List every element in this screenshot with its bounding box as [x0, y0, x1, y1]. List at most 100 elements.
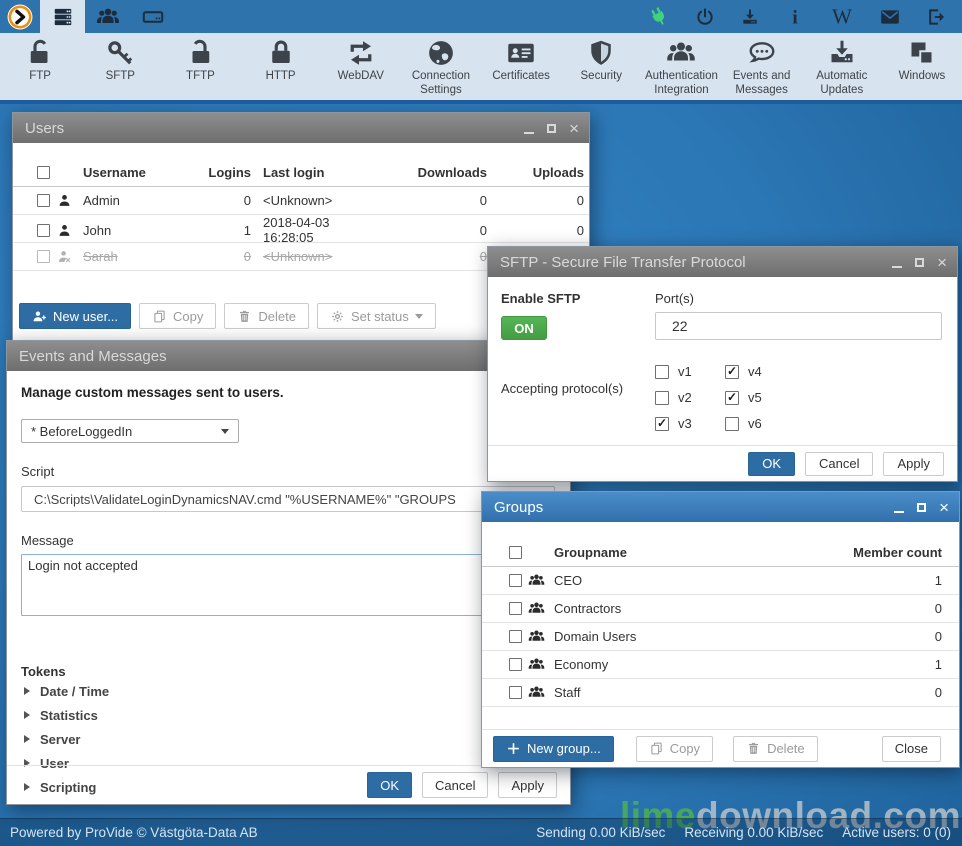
ribbon-item-security[interactable]: Security	[561, 33, 641, 100]
select-all-checkbox[interactable]	[37, 166, 50, 179]
mail-icon[interactable]	[879, 6, 901, 28]
apply-button[interactable]: Apply	[498, 772, 557, 798]
events-titlebar[interactable]: Events and Messages	[7, 341, 570, 371]
cancel-button[interactable]: Cancel	[422, 772, 488, 798]
row-checkbox[interactable]	[509, 686, 522, 699]
ports-input[interactable]	[655, 312, 942, 340]
users-group-icon	[528, 684, 545, 701]
row-checkbox[interactable]	[37, 224, 50, 237]
new-group-button[interactable]: New group...	[493, 736, 614, 762]
app-logo[interactable]	[0, 0, 40, 33]
protocol-v1[interactable]: v1	[655, 364, 725, 379]
column-header-last-login: Last login	[263, 165, 383, 180]
sftp-titlebar[interactable]: SFTP - Secure File Transfer Protocol ×	[488, 247, 957, 277]
ribbon-item-ftp[interactable]: FTP	[0, 33, 80, 100]
minimize-icon[interactable]	[524, 132, 534, 135]
table-row[interactable]: CEO 1	[482, 567, 959, 595]
minimize-icon[interactable]	[892, 266, 902, 269]
cell-uploads: 0	[487, 193, 584, 208]
token-item-server[interactable]: Server	[21, 727, 556, 751]
ribbon-item-http[interactable]: HTTP	[241, 33, 321, 100]
lock-open-icon	[185, 38, 215, 68]
maximize-icon[interactable]	[915, 258, 924, 267]
ok-button[interactable]: OK	[367, 772, 412, 798]
new-user-button[interactable]: New user...	[19, 303, 131, 329]
maximize-icon[interactable]	[917, 503, 926, 512]
table-row[interactable]: Domain Users 0	[482, 623, 959, 651]
cancel-button[interactable]: Cancel	[805, 452, 873, 476]
checkbox[interactable]	[655, 365, 669, 379]
row-checkbox[interactable]	[37, 194, 50, 207]
ribbon-item-tftp[interactable]: TFTP	[160, 33, 240, 100]
close-icon[interactable]: ×	[937, 254, 947, 271]
ribbon-item-authentication-integration[interactable]: Authentication Integration	[641, 33, 721, 100]
active-users-count: Active users: 0 (0)	[842, 825, 951, 840]
checkbox[interactable]	[655, 417, 669, 431]
sftp-toggle[interactable]: ON	[501, 316, 547, 340]
ribbon-item-webdav[interactable]: WebDAV	[321, 33, 401, 100]
ok-button[interactable]: OK	[748, 452, 795, 476]
tab-server[interactable]	[40, 0, 85, 33]
table-row[interactable]: Economy 1	[482, 651, 959, 679]
token-item-statistics[interactable]: Statistics	[21, 703, 556, 727]
maximize-icon[interactable]	[547, 124, 556, 133]
checkbox[interactable]	[725, 417, 739, 431]
person-icon	[57, 193, 72, 208]
close-icon[interactable]: ×	[939, 499, 949, 516]
close-button[interactable]: Close	[882, 736, 941, 762]
set-status-button[interactable]: Set status	[317, 303, 436, 329]
minimize-icon[interactable]	[894, 511, 904, 514]
script-input[interactable]	[21, 486, 555, 512]
table-row[interactable]: Contractors 0	[482, 595, 959, 623]
tab-storage[interactable]	[130, 0, 175, 33]
info-icon[interactable]: i	[785, 7, 805, 27]
tokens-label: Tokens	[21, 664, 556, 679]
token-item-date-time[interactable]: Date / Time	[21, 679, 556, 703]
plug-icon[interactable]	[648, 6, 670, 28]
cell-downloads: 0	[383, 223, 487, 238]
ribbon-item-sftp[interactable]: SFTP	[80, 33, 160, 100]
protocol-v3[interactable]: v3	[655, 416, 725, 431]
select-all-checkbox[interactable]	[509, 546, 522, 559]
row-checkbox[interactable]	[509, 630, 522, 643]
delete-user-button[interactable]: Delete	[224, 303, 309, 329]
download-icon[interactable]	[740, 7, 760, 27]
delete-group-button[interactable]: Delete	[733, 736, 818, 762]
person-x-icon	[57, 249, 72, 264]
protocol-v6[interactable]: v6	[725, 416, 795, 431]
protocol-v2[interactable]: v2	[655, 390, 725, 405]
row-checkbox[interactable]	[509, 574, 522, 587]
protocol-v5[interactable]: v5	[725, 390, 795, 405]
statusbar: Powered by ProVide © Västgöta-Data AB Se…	[0, 818, 962, 846]
cell-logins: 1	[195, 223, 251, 238]
table-row[interactable]: Admin 0 <Unknown> 0 0	[13, 187, 589, 215]
row-checkbox[interactable]	[509, 658, 522, 671]
event-select[interactable]: * BeforeLoggedIn	[21, 419, 239, 443]
checkbox[interactable]	[725, 391, 739, 405]
ribbon-item-connection-settings[interactable]: Connection Settings	[401, 33, 481, 100]
ribbon-item-certificates[interactable]: Certificates	[481, 33, 561, 100]
ribbon-item-events-and-messages[interactable]: Events and Messages	[722, 33, 802, 100]
logout-icon[interactable]	[926, 7, 946, 27]
ribbon-item-windows[interactable]: Windows	[882, 33, 962, 100]
power-icon[interactable]	[695, 7, 715, 27]
protocol-v4[interactable]: v4	[725, 364, 795, 379]
table-row[interactable]: John 1 2018-04-03 16:28:05 0 0	[13, 215, 589, 243]
wikipedia-icon[interactable]: W	[830, 5, 854, 29]
drive-icon	[141, 5, 165, 29]
table-row[interactable]: Staff 0	[482, 679, 959, 707]
close-icon[interactable]: ×	[569, 120, 579, 137]
groups-titlebar[interactable]: Groups ×	[482, 492, 959, 522]
users-titlebar[interactable]: Users ×	[13, 113, 589, 143]
row-checkbox[interactable]	[509, 602, 522, 615]
copy-group-button[interactable]: Copy	[636, 736, 713, 762]
cell-logins: 0	[195, 249, 251, 264]
copy-user-button[interactable]: Copy	[139, 303, 216, 329]
tab-users[interactable]	[85, 0, 130, 33]
ribbon-item-automatic-updates[interactable]: Automatic Updates	[802, 33, 882, 100]
apply-button[interactable]: Apply	[883, 452, 944, 476]
row-checkbox[interactable]	[37, 250, 50, 263]
message-textarea[interactable]: Login not accepted	[21, 554, 555, 616]
checkbox[interactable]	[655, 391, 669, 405]
checkbox[interactable]	[725, 365, 739, 379]
